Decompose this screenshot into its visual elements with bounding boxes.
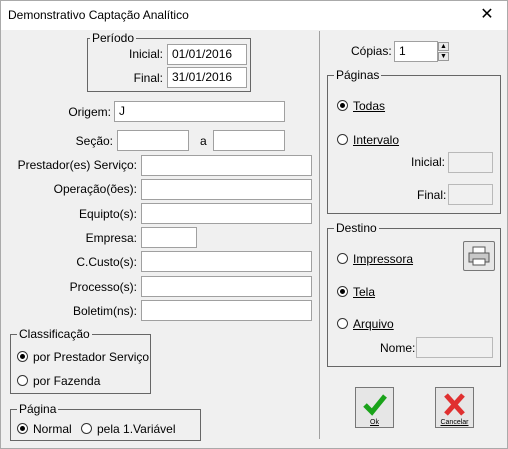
periodo-inicial-field[interactable]: 01/01/2016 xyxy=(167,44,247,65)
origem-field[interactable]: J xyxy=(114,101,285,122)
ok-button[interactable]: Ok xyxy=(355,387,394,428)
cancelar-label: Cancelar xyxy=(440,419,469,426)
destino-arquivo-radio[interactable] xyxy=(337,318,348,329)
spin-up-icon[interactable]: ▲ xyxy=(438,42,449,51)
pagina-variavel-radio[interactable] xyxy=(81,423,92,434)
destino-tela-label[interactable]: Tela xyxy=(353,285,375,299)
operacao-label: Operação(ões): xyxy=(53,182,137,196)
periodo-legend: Período xyxy=(90,31,137,45)
close-icon[interactable]: ✕ xyxy=(467,1,507,30)
printer-icon xyxy=(468,246,490,266)
processo-label: Processo(s): xyxy=(69,280,137,294)
printer-button[interactable] xyxy=(463,241,495,271)
periodo-inicial-label: Inicial: xyxy=(128,47,163,61)
paginas-final-label: Final: xyxy=(417,188,447,202)
classificacao-fazenda-radio[interactable] xyxy=(17,375,28,386)
empresa-field[interactable] xyxy=(141,227,197,248)
destino-arquivo-label[interactable]: Arquivo xyxy=(353,317,394,331)
copias-label: Cópias: xyxy=(351,44,392,58)
secao-to-field[interactable] xyxy=(213,130,285,151)
title-bar: Demonstrativo Captação Analítico ✕ xyxy=(1,1,507,30)
equipto-field[interactable] xyxy=(141,203,312,224)
equipto-label: Equipto(s): xyxy=(78,207,137,221)
periodo-final-field[interactable]: 31/01/2016 xyxy=(167,67,247,88)
classificacao-prestador-label[interactable]: por Prestador Serviço xyxy=(33,350,149,364)
classificacao-prestador-radio[interactable] xyxy=(17,351,28,362)
destino-legend: Destino xyxy=(334,221,379,235)
prestador-field[interactable] xyxy=(141,155,312,176)
destino-nome-field[interactable] xyxy=(416,337,493,358)
checkmark-icon xyxy=(363,394,387,416)
secao-from-field[interactable] xyxy=(117,130,189,151)
paginas-todas-label[interactable]: Todas xyxy=(353,99,385,113)
dialog-window: Demonstrativo Captação Analítico ✕ Perío… xyxy=(0,0,508,449)
secao-separator: a xyxy=(200,134,207,148)
classificacao-fazenda-label[interactable]: por Fazenda xyxy=(33,374,100,388)
x-icon xyxy=(444,393,465,416)
origem-label: Origem: xyxy=(68,105,111,119)
paginas-inicial-field[interactable] xyxy=(448,152,493,173)
pagina-legend: Página xyxy=(17,402,59,416)
destino-nome-label: Nome: xyxy=(380,341,416,355)
paginas-todas-radio[interactable] xyxy=(337,100,348,111)
pagina-normal-label[interactable]: Normal xyxy=(33,422,72,436)
destino-impressora-label[interactable]: Impressora xyxy=(353,252,413,266)
paginas-final-field[interactable] xyxy=(448,184,493,205)
ccusto-label: C.Custo(s): xyxy=(76,255,137,269)
processo-field[interactable] xyxy=(141,276,312,297)
prestador-label: Prestador(es) Serviço: xyxy=(17,158,137,172)
copias-field[interactable]: 1 xyxy=(394,41,438,62)
periodo-final-label: Final: xyxy=(133,71,163,85)
spin-down-icon[interactable]: ▼ xyxy=(438,52,449,61)
paginas-legend: Páginas xyxy=(334,68,382,82)
destino-impressora-radio[interactable] xyxy=(337,253,348,264)
paginas-intervalo-label[interactable]: Intervalo xyxy=(353,133,399,147)
destino-tela-radio[interactable] xyxy=(337,286,348,297)
ok-label: Ok xyxy=(370,419,379,426)
pagina-variavel-label[interactable]: pela 1.Variável xyxy=(97,422,176,436)
cancelar-button[interactable]: Cancelar xyxy=(435,387,474,428)
operacao-field[interactable] xyxy=(141,179,312,200)
boletim-label: Boletim(ns): xyxy=(72,304,137,318)
vertical-separator xyxy=(319,31,320,439)
ccusto-field[interactable] xyxy=(141,251,312,272)
copias-spinner[interactable]: ▲ ▼ xyxy=(438,42,449,61)
pagina-normal-radio[interactable] xyxy=(17,423,28,434)
window-title: Demonstrativo Captação Analítico xyxy=(8,8,189,22)
secao-label: Seção: xyxy=(75,134,113,148)
classificacao-legend: Classificação xyxy=(17,327,92,341)
boletim-field[interactable] xyxy=(141,300,312,321)
paginas-inicial-label: Inicial: xyxy=(411,155,446,169)
empresa-label: Empresa: xyxy=(85,231,137,245)
paginas-intervalo-radio[interactable] xyxy=(337,134,348,145)
